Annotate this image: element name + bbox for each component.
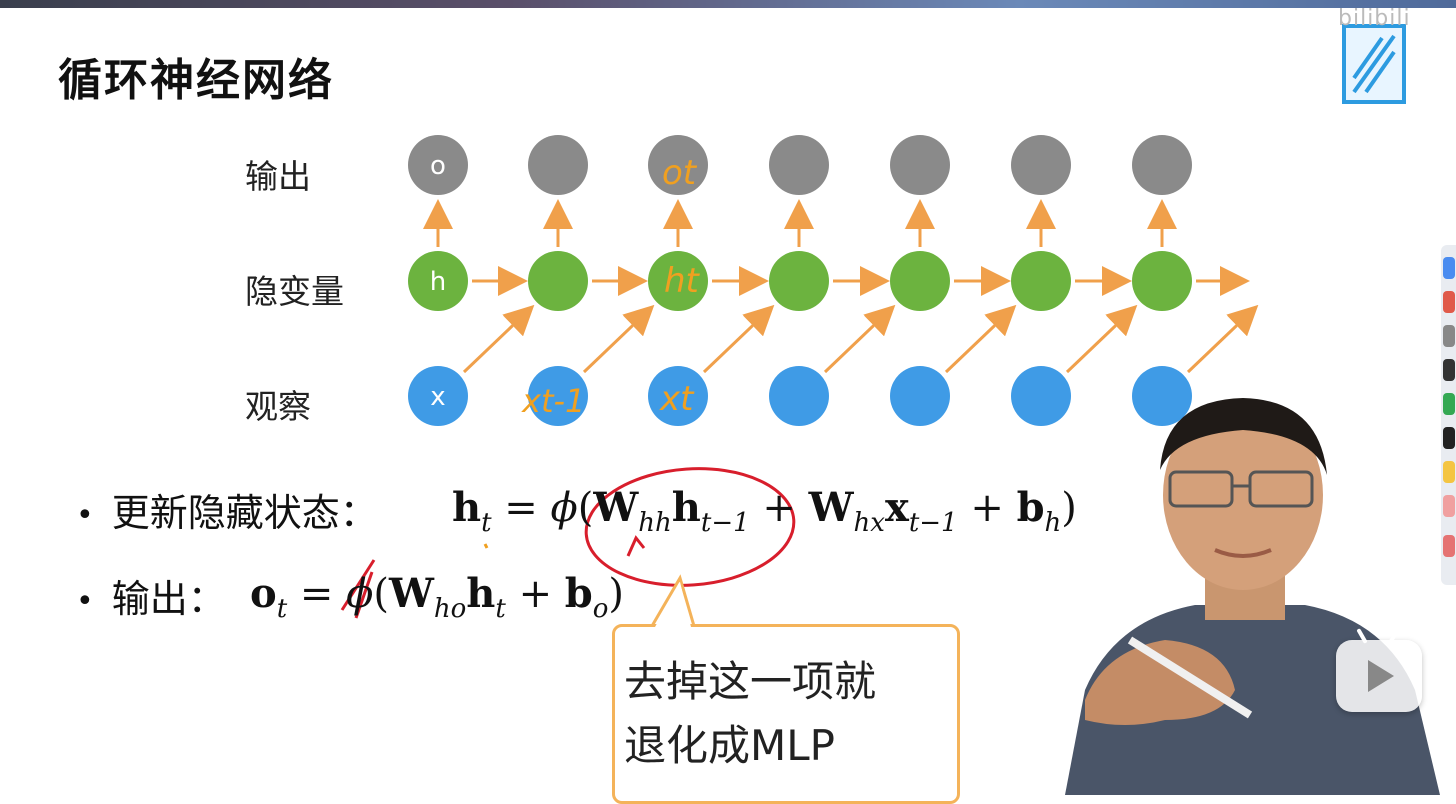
dock-app-icon[interactable] bbox=[1443, 393, 1455, 415]
dock-app-icon[interactable] bbox=[1443, 325, 1455, 347]
bilibili-logo bbox=[1342, 24, 1406, 104]
dock-app-icon[interactable] bbox=[1443, 257, 1455, 279]
presenter-webcam bbox=[1045, 390, 1456, 795]
dock-app-icon[interactable] bbox=[1443, 495, 1455, 517]
callout-line-1: 去掉这一项就 bbox=[624, 657, 877, 706]
dock-trash-icon[interactable] bbox=[1443, 535, 1455, 557]
play-button[interactable] bbox=[1336, 628, 1422, 712]
presenter-figure bbox=[1065, 398, 1440, 795]
watermark-text: bilibili bbox=[1338, 6, 1411, 31]
play-icon bbox=[1368, 660, 1394, 692]
dock-app-icon[interactable] bbox=[1443, 359, 1455, 381]
logo-mark-icon bbox=[1352, 34, 1396, 94]
callout-line-2: 退化成MLP bbox=[624, 721, 835, 770]
dock-app-icon[interactable] bbox=[1443, 291, 1455, 313]
side-dock bbox=[1441, 245, 1456, 585]
dock-app-icon[interactable] bbox=[1443, 461, 1455, 483]
callout-text: 去掉这一项就 退化成MLP bbox=[624, 650, 954, 778]
dock-app-icon[interactable] bbox=[1443, 427, 1455, 449]
